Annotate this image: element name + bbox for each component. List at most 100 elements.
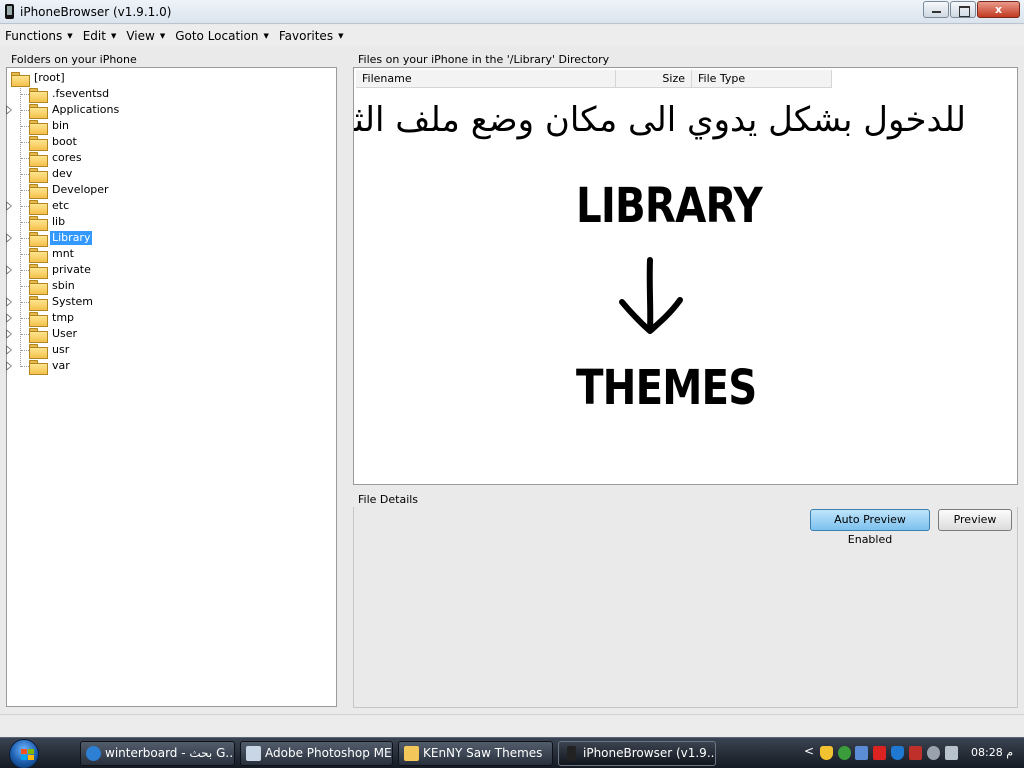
tree-item-label: var — [52, 359, 70, 372]
tree-item-label: Library — [50, 231, 93, 245]
close-button[interactable]: x — [977, 1, 1020, 18]
shield-icon[interactable] — [820, 746, 833, 760]
maximize-button[interactable] — [950, 1, 976, 18]
tree-item-dev[interactable]: dev — [7, 166, 74, 183]
expand-arrow-icon[interactable] — [6, 233, 12, 243]
tree-item-fseventsd[interactable]: .fseventsd — [7, 86, 111, 103]
caret-down-icon: ▼ — [110, 31, 117, 40]
file-list[interactable]: Filename Size File Type للدخول بشكل يدوي… — [353, 67, 1018, 485]
menu-label: Goto Location — [175, 28, 259, 43]
tree-item-label: bin — [52, 119, 70, 132]
expand-arrow-icon[interactable] — [6, 313, 12, 323]
preview-button[interactable]: Preview — [938, 509, 1012, 531]
folder-tree[interactable]: [root] .fseventsd Applications bin boot core… — [6, 67, 337, 707]
taskbar-clock[interactable]: 08:28 م — [971, 746, 1013, 759]
taskbar-button-winterboard[interactable]: winterboard - بحث G... — [80, 741, 235, 766]
tree-spacer — [7, 90, 12, 98]
tree-spacer — [7, 170, 12, 178]
tree-guide-line — [21, 350, 29, 351]
tree-guide-line — [21, 94, 29, 95]
tree-spacer — [7, 218, 12, 226]
monitor-icon[interactable] — [945, 746, 958, 760]
taskbar-button-photoshop[interactable]: Adobe Photoshop ME — [240, 741, 393, 766]
tree-guide-line — [21, 174, 29, 175]
tree-guide-line — [21, 270, 29, 271]
mail-icon[interactable] — [909, 746, 922, 760]
status-bar — [0, 714, 1024, 736]
expand-arrow-icon[interactable] — [6, 297, 12, 307]
tree-item-developer[interactable]: Developer — [7, 182, 111, 199]
file-details-panel: Auto Preview Enabled Preview — [353, 507, 1018, 708]
tree-spacer — [7, 186, 12, 194]
file-details-caption: File Details — [358, 493, 419, 506]
expand-arrow-icon[interactable] — [6, 105, 12, 115]
tree-item-label: mnt — [52, 247, 74, 260]
settings-icon[interactable] — [927, 746, 940, 760]
tree-item-root[interactable]: [root] — [11, 70, 67, 87]
menu-favorites[interactable]: Favorites ▼ — [279, 29, 344, 43]
tree-item-applications[interactable]: Applications — [6, 102, 121, 119]
tree-item-mnt[interactable]: mnt — [7, 246, 76, 263]
tree-item-user[interactable]: User — [6, 326, 79, 343]
taskbar-button-label: KEnNY Saw Themes — [423, 746, 543, 760]
tree-item-usr[interactable]: usr — [6, 342, 71, 359]
tree-item-tmp[interactable]: tmp — [6, 310, 76, 327]
tree-item-private[interactable]: private — [6, 262, 93, 279]
tree-item-lib[interactable]: lib — [7, 214, 67, 231]
caret-down-icon: ▼ — [338, 31, 344, 40]
tree-spacer — [7, 250, 12, 258]
tree-item-boot[interactable]: boot — [7, 134, 79, 151]
tree-item-label: lib — [52, 215, 66, 228]
title-bar: iPhoneBrowser (v1.9.1.0) x — [0, 0, 1024, 24]
caret-down-icon: ▼ — [159, 31, 166, 40]
tree-item-library[interactable]: Library — [6, 230, 93, 247]
tree-item-bin[interactable]: bin — [7, 118, 71, 135]
iphone-app-icon — [567, 746, 576, 761]
show-hidden-icons-chevron[interactable]: < — [804, 744, 814, 758]
display-icon[interactable] — [855, 746, 868, 760]
taskbar-button-label: iPhoneBrowser (v1.9.... — [583, 746, 716, 760]
expand-arrow-icon[interactable] — [6, 329, 12, 339]
menu-goto-location[interactable]: Goto Location ▼ — [175, 29, 269, 43]
security-icon[interactable] — [891, 746, 904, 760]
folder-icon — [29, 199, 48, 215]
tree-guide-line — [21, 318, 29, 319]
window-controls: x — [922, 1, 1020, 18]
expand-arrow-icon[interactable] — [6, 361, 12, 371]
menu-functions[interactable]: Functions ▼ — [5, 29, 73, 43]
network-icon[interactable] — [838, 746, 851, 760]
tree-item-label: [root] — [34, 71, 65, 84]
expand-arrow-icon[interactable] — [6, 265, 12, 275]
tree-spacer — [7, 154, 12, 162]
start-button[interactable] — [6, 738, 48, 768]
windows-logo-icon — [9, 739, 39, 768]
expand-arrow-icon[interactable] — [6, 345, 12, 355]
folder-icon — [29, 359, 48, 375]
tree-item-etc[interactable]: etc — [6, 198, 71, 215]
column-file-type[interactable]: File Type — [692, 70, 832, 88]
taskbar-button-kenny-themes[interactable]: KEnNY Saw Themes — [398, 741, 553, 766]
menu-view[interactable]: View ▼ — [126, 29, 165, 43]
library-word: LIBRARY — [576, 178, 763, 234]
minimize-button[interactable] — [923, 1, 949, 18]
folder-icon — [29, 263, 48, 279]
tree-item-cores[interactable]: cores — [7, 150, 84, 167]
tree-item-label: sbin — [52, 279, 75, 292]
column-filename[interactable]: Filename — [356, 70, 616, 88]
tree-guide-line — [21, 238, 29, 239]
menu-edit[interactable]: Edit ▼ — [83, 29, 117, 43]
tree-item-system[interactable]: System — [6, 294, 95, 311]
tree-item-label: User — [52, 327, 78, 340]
tree-item-sbin[interactable]: sbin — [7, 278, 77, 295]
tree-item-label: etc — [52, 199, 70, 212]
auto-preview-button[interactable]: Auto Preview Enabled — [810, 509, 930, 546]
tree-guide-line — [21, 190, 29, 191]
tree-item-var[interactable]: var — [6, 358, 72, 375]
tree-guide-line — [21, 366, 29, 367]
antivirus-icon[interactable] — [873, 746, 886, 760]
open-folder-icon — [29, 231, 48, 247]
expand-arrow-icon[interactable] — [6, 201, 12, 211]
column-size[interactable]: Size — [616, 70, 692, 88]
tree-item-label: private — [52, 263, 91, 276]
taskbar-button-iphonebrowser[interactable]: iPhoneBrowser (v1.9.... — [558, 741, 716, 766]
